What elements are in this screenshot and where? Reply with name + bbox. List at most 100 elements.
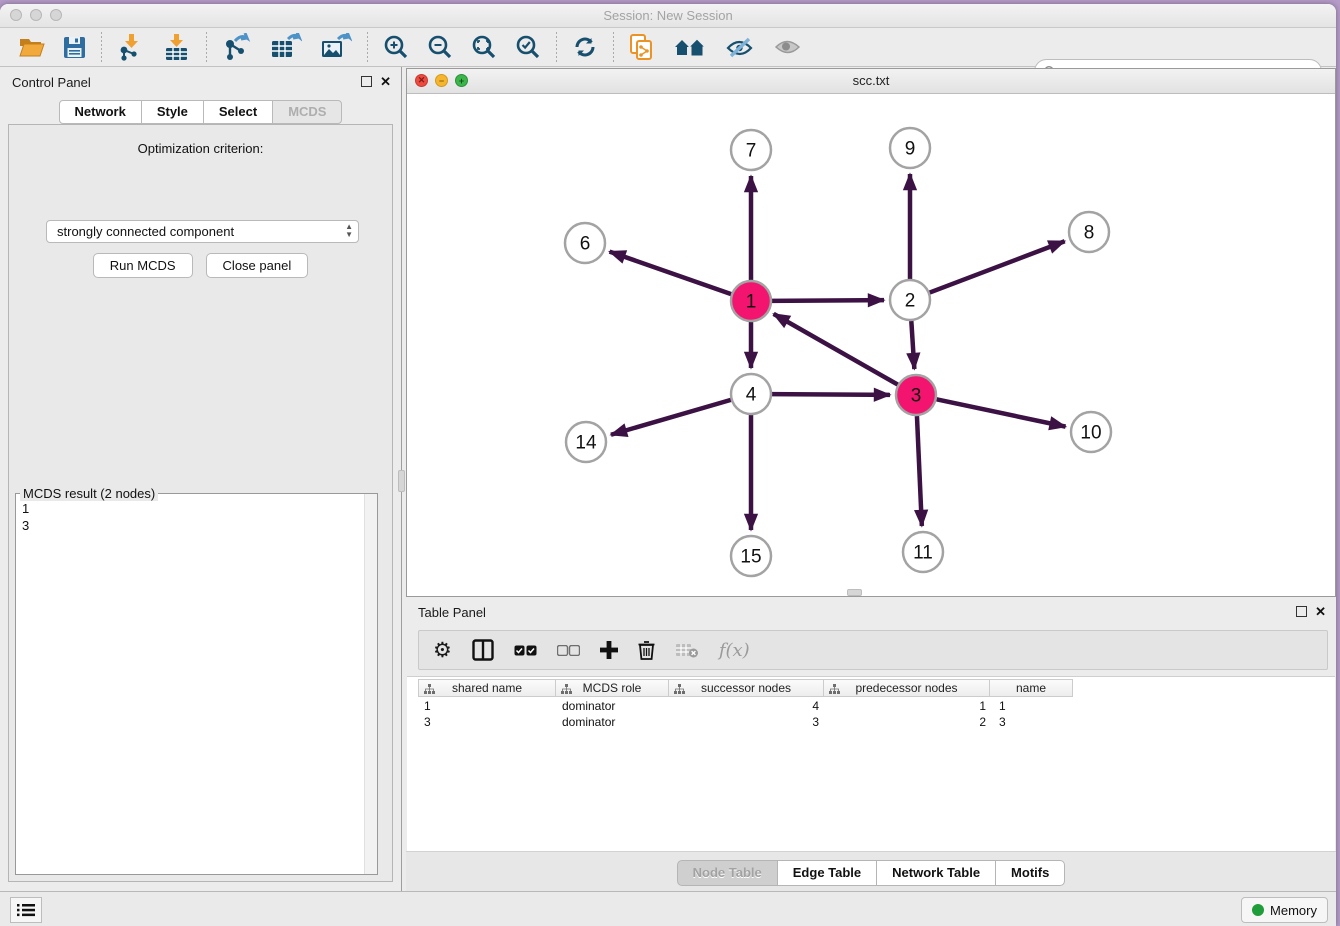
table-cell[interactable]: 2 — [827, 714, 994, 730]
close-panel-icon[interactable]: ✕ — [380, 75, 391, 88]
run-mcds-button[interactable]: Run MCDS — [93, 253, 193, 278]
delete-column-button[interactable] — [638, 640, 655, 660]
graph-node-label-7: 7 — [746, 141, 757, 162]
toolbar-divider — [367, 32, 368, 62]
table-cell[interactable]: dominator — [557, 714, 671, 730]
delete-table-button[interactable] — [675, 642, 699, 658]
zoom-selected-button[interactable] — [506, 31, 550, 63]
save-session-button[interactable] — [54, 31, 95, 63]
open-file-button[interactable] — [10, 31, 54, 63]
table-cell[interactable]: 4 — [671, 698, 827, 714]
export-table-button[interactable] — [261, 31, 311, 63]
graph-edge-2-3[interactable] — [911, 321, 914, 369]
graph-edge-2-8[interactable] — [930, 241, 1065, 292]
apply-preferred-layout-button[interactable] — [664, 31, 716, 63]
table-header-row: shared nameMCDS rolesuccessor nodesprede… — [419, 679, 1073, 697]
select-all-columns-button[interactable] — [514, 645, 537, 656]
graph-edge-3-11[interactable] — [917, 416, 922, 526]
eye-icon — [773, 35, 803, 59]
checked-boxes-icon — [514, 645, 537, 656]
export-network-button[interactable] — [213, 31, 261, 63]
table-row[interactable]: 3dominator323 — [419, 714, 1078, 730]
float-table-panel-icon[interactable] — [1296, 606, 1307, 617]
column-type-icon — [674, 684, 685, 694]
vertical-splitter-handle[interactable] — [398, 470, 405, 492]
column-header-predecessor-nodes[interactable]: predecessor nodes — [823, 679, 990, 697]
table-cell[interactable]: 3 — [994, 714, 1078, 730]
table-cell[interactable]: 1 — [994, 698, 1078, 714]
refresh-view-button[interactable] — [563, 31, 607, 63]
status-bar: Memory — [0, 891, 1336, 926]
show-columns-button[interactable] — [472, 639, 494, 661]
table-panel-tabs: Node TableEdge TableNetwork TableMotifs — [677, 860, 1066, 886]
import-network-button[interactable] — [108, 31, 154, 63]
mcds-panel: Optimization criterion: strongly connect… — [8, 124, 393, 882]
hide-selected-button[interactable] — [716, 31, 764, 63]
graph-edge-1-2[interactable] — [772, 300, 884, 301]
table-tab-bar: Node TableEdge TableNetwork TableMotifs — [406, 851, 1336, 894]
memory-button[interactable]: Memory — [1241, 897, 1328, 923]
table-cell[interactable]: dominator — [557, 698, 671, 714]
column-header-shared-name[interactable]: shared name — [418, 679, 556, 697]
copy-network-icon — [629, 33, 655, 61]
close-table-panel-icon[interactable]: ✕ — [1315, 605, 1326, 618]
deselect-all-columns-button[interactable] — [557, 645, 580, 656]
criterion-dropdown[interactable]: strongly connected component ▲▼ — [46, 220, 359, 243]
main-toolbar — [0, 28, 1336, 67]
memory-label: Memory — [1270, 903, 1317, 918]
new-network-from-selection-button[interactable] — [620, 31, 664, 63]
graph-node-label-4: 4 — [746, 385, 757, 406]
column-header-name[interactable]: name — [989, 679, 1073, 697]
float-panel-icon[interactable] — [361, 76, 372, 87]
tab-network[interactable]: Network — [59, 100, 142, 124]
create-column-button[interactable] — [600, 641, 618, 659]
close-panel-button[interactable]: Close panel — [206, 253, 309, 278]
tab-motifs[interactable]: Motifs — [995, 860, 1065, 886]
show-all-button[interactable] — [764, 31, 812, 63]
tab-style[interactable]: Style — [141, 100, 204, 124]
control-panel: Control Panel ✕ NetworkStyleSelectMCDS O… — [0, 67, 402, 896]
graph-edge-4-3[interactable] — [772, 394, 890, 395]
zoom-in-button[interactable] — [374, 31, 418, 63]
task-history-button[interactable] — [10, 897, 42, 923]
column-type-icon — [561, 684, 572, 694]
export-image-button[interactable] — [311, 31, 361, 63]
toolbar-divider — [556, 32, 557, 62]
table-toolbar: ⚙ — [418, 630, 1328, 670]
app-window: Session: New Session — [0, 4, 1336, 926]
column-header-MCDS-role[interactable]: MCDS role — [555, 679, 669, 697]
column-header-successor-nodes[interactable]: successor nodes — [668, 679, 824, 697]
table-row[interactable]: 1dominator411 — [419, 698, 1078, 714]
function-builder-button[interactable]: f(x) — [719, 640, 750, 661]
control-panel-tabs: NetworkStyleSelectMCDS — [0, 100, 401, 124]
table-panel: Table Panel ✕ ⚙ — [406, 597, 1336, 896]
tab-network-table[interactable]: Network Table — [876, 860, 996, 886]
toolbar-divider — [101, 32, 102, 62]
tab-select[interactable]: Select — [203, 100, 273, 124]
table-cell[interactable]: 1 — [419, 698, 557, 714]
graph-edge-4-14[interactable] — [611, 400, 731, 435]
horizontal-splitter-handle[interactable] — [847, 589, 862, 596]
tab-mcds[interactable]: MCDS — [272, 100, 342, 124]
tab-node-table[interactable]: Node Table — [677, 860, 778, 886]
mcds-result-scrollbar[interactable] — [364, 494, 377, 874]
zoom-out-button[interactable] — [418, 31, 462, 63]
window-title: Session: New Session — [0, 8, 1336, 23]
import-table-button[interactable] — [154, 31, 200, 63]
graph-node-label-11: 11 — [913, 543, 933, 564]
table-settings-button[interactable]: ⚙ — [433, 640, 452, 661]
graph-edge-3-1[interactable] — [774, 314, 898, 385]
mcds-result-text[interactable]: 1 3 — [16, 496, 365, 874]
tab-edge-table[interactable]: Edge Table — [777, 860, 877, 886]
dropdown-stepper-icon: ▲▼ — [345, 223, 353, 239]
table-cell[interactable]: 3 — [419, 714, 557, 730]
graph-node-label-10: 10 — [1080, 423, 1101, 444]
graph-edge-3-10[interactable] — [937, 399, 1066, 426]
network-graph[interactable]: 7968124314101511 — [407, 94, 1335, 596]
delete-table-icon — [675, 642, 699, 658]
zoom-in-icon — [383, 34, 409, 60]
zoom-fit-button[interactable] — [462, 31, 506, 63]
table-cell[interactable]: 3 — [671, 714, 827, 730]
graph-edge-1-6[interactable] — [610, 252, 732, 294]
table-cell[interactable]: 1 — [827, 698, 994, 714]
